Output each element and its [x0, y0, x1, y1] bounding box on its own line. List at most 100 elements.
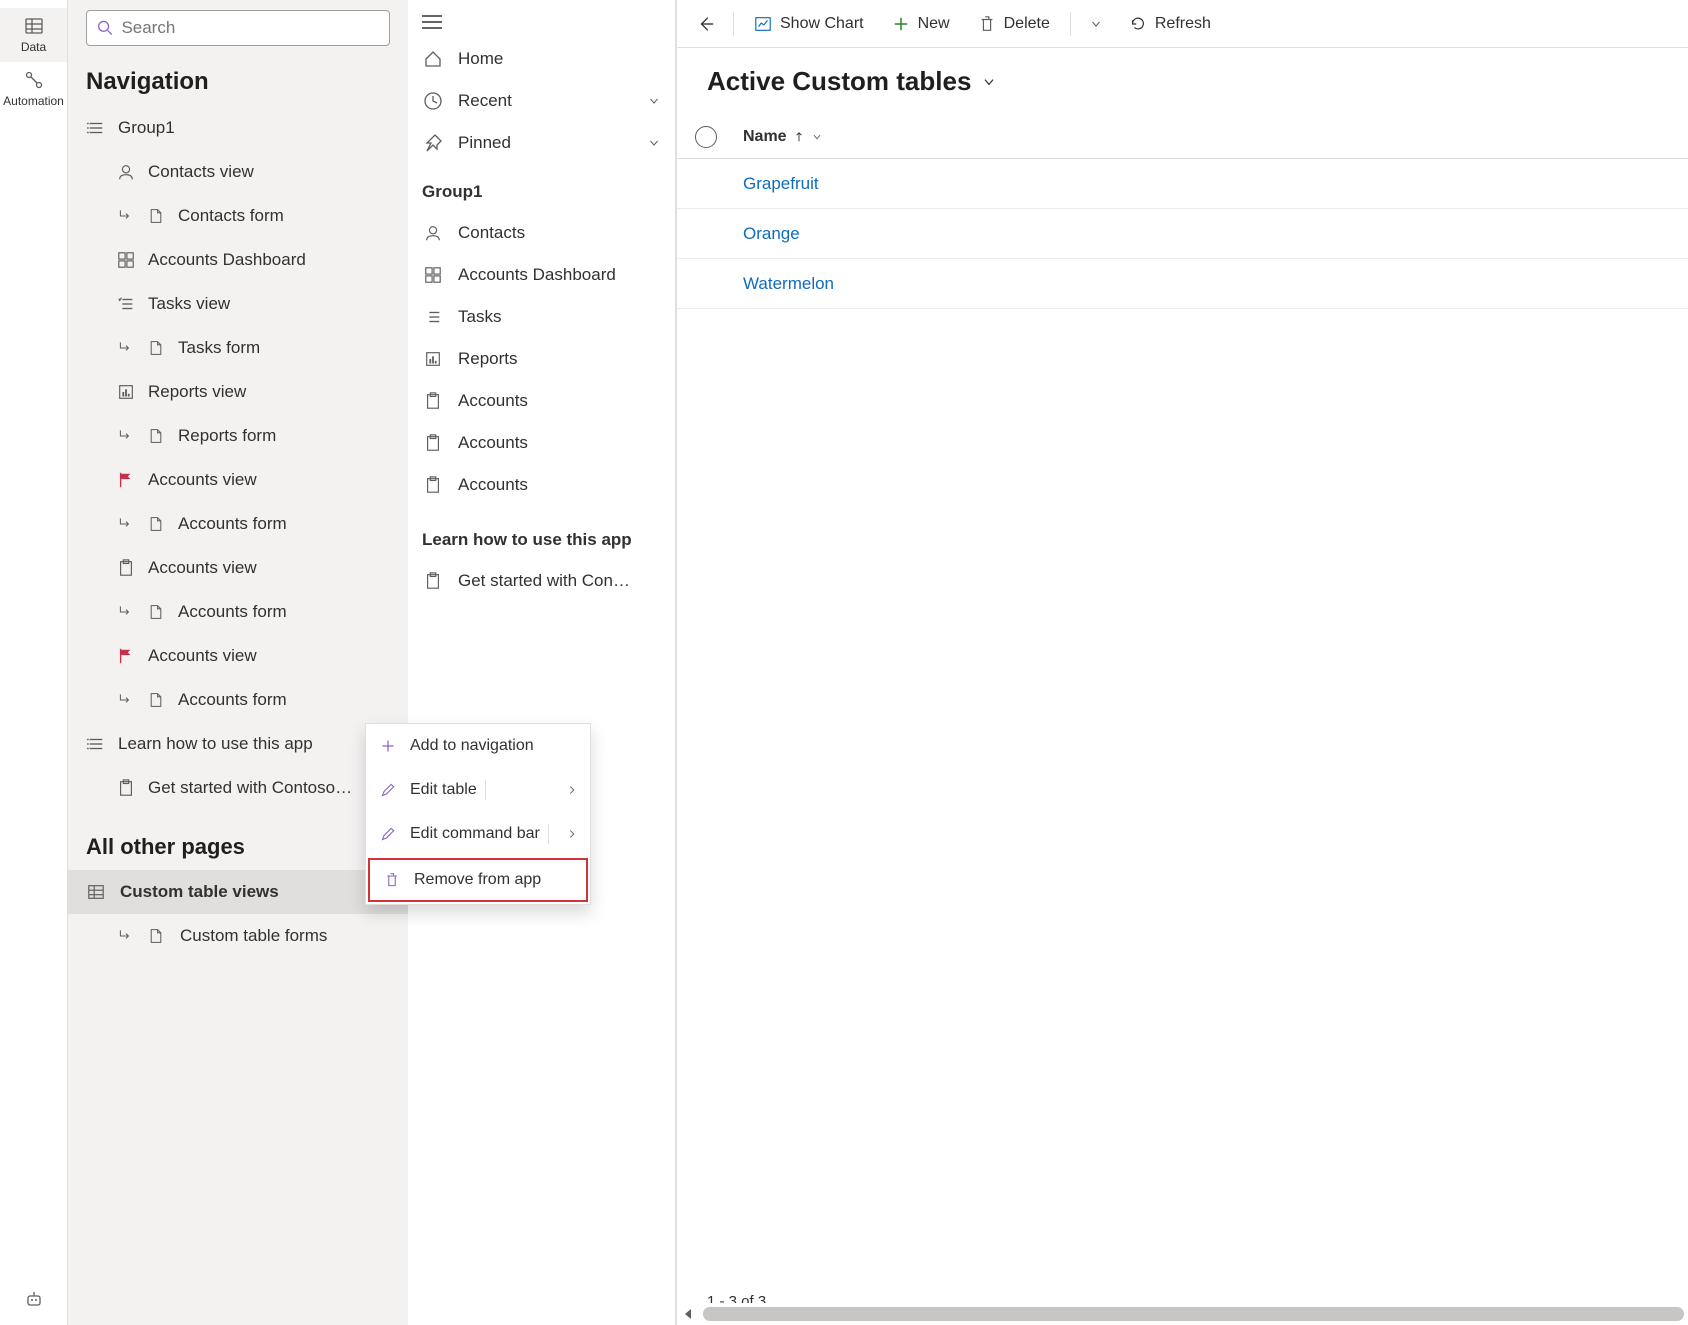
nav-title: Navigation — [68, 56, 408, 106]
delete-dropdown[interactable] — [1079, 6, 1113, 42]
tree-get-started[interactable]: Get started with Contoso… ··· — [68, 766, 408, 810]
sitemap-label: Accounts — [458, 391, 528, 411]
back-button[interactable] — [687, 6, 725, 42]
tree-label: Tasks view — [148, 294, 230, 314]
tree-label: Accounts view — [148, 558, 257, 578]
tree-tasks-view[interactable]: Tasks view — [68, 282, 408, 326]
sitemap-accounts-2[interactable]: Accounts — [408, 422, 675, 464]
chevron-right-icon — [566, 828, 578, 840]
left-rail: Data Automation — [0, 0, 68, 1325]
scroll-thumb[interactable] — [703, 1307, 1684, 1321]
document-icon — [146, 338, 166, 358]
ctx-add-navigation[interactable]: Add to navigation — [366, 724, 590, 768]
sitemap-tasks[interactable]: Tasks — [408, 296, 675, 338]
sitemap-reports[interactable]: Reports — [408, 338, 675, 380]
tree-reports-form[interactable]: Reports form — [68, 414, 408, 458]
hamburger-button[interactable] — [408, 6, 675, 38]
record-link[interactable]: Watermelon — [743, 274, 834, 294]
sitemap-accounts-1[interactable]: Accounts — [408, 380, 675, 422]
tree-accounts-form-1[interactable]: Accounts form — [68, 502, 408, 546]
separator — [548, 824, 549, 844]
cmd-label: Show Chart — [780, 15, 864, 33]
sitemap-accounts-3[interactable]: Accounts — [408, 464, 675, 506]
clipboard-icon — [422, 476, 444, 494]
tree-label: Accounts Dashboard — [148, 250, 306, 270]
report-icon — [116, 382, 136, 402]
rail-data[interactable]: Data — [0, 8, 67, 62]
search-input[interactable] — [121, 18, 379, 38]
tree-accounts-view-1[interactable]: Accounts view — [68, 458, 408, 502]
column-header-name[interactable]: Name — [743, 128, 823, 146]
sitemap-accounts-dashboard[interactable]: Accounts Dashboard — [408, 254, 675, 296]
tree-learn[interactable]: Learn how to use this app — [68, 722, 408, 766]
horizontal-scrollbar[interactable] — [677, 1303, 1688, 1325]
back-icon — [697, 15, 715, 33]
tree-label: Reports form — [178, 426, 276, 446]
tree-reports-view[interactable]: Reports view — [68, 370, 408, 414]
show-chart-button[interactable]: Show Chart — [742, 6, 876, 42]
list-icon — [86, 734, 106, 754]
record-link[interactable]: Orange — [743, 224, 800, 244]
rail-automation[interactable]: Automation — [0, 62, 67, 116]
tree-accounts-dashboard[interactable]: Accounts Dashboard — [68, 238, 408, 282]
tree-label: Accounts form — [178, 602, 287, 622]
scroll-left-button[interactable] — [677, 1303, 699, 1325]
subitem-icon — [116, 206, 136, 226]
sitemap-label: Home — [458, 49, 503, 69]
sitemap-label: Reports — [458, 349, 518, 369]
rail-bot[interactable] — [0, 1281, 67, 1317]
tree-learn-label: Learn how to use this app — [118, 734, 313, 754]
person-icon — [116, 162, 136, 182]
tree-label: Reports view — [148, 382, 246, 402]
pencil-icon — [378, 826, 398, 842]
tree-accounts-form-3[interactable]: Accounts form — [68, 678, 408, 722]
search-box[interactable] — [86, 10, 390, 46]
refresh-button[interactable]: Refresh — [1117, 6, 1223, 42]
tree-label: Get started with Contoso… — [148, 778, 352, 798]
tree-contacts-form[interactable]: Contacts form — [68, 194, 408, 238]
person-icon — [422, 224, 444, 242]
sitemap-contacts[interactable]: Contacts — [408, 212, 675, 254]
delete-button[interactable]: Delete — [966, 6, 1062, 42]
tree-group1[interactable]: Group1 — [68, 106, 408, 150]
document-icon — [146, 690, 166, 710]
ctx-remove-from-app[interactable]: Remove from app — [368, 858, 588, 902]
select-all-checkbox[interactable] — [695, 126, 717, 148]
tree-label: Accounts form — [178, 690, 287, 710]
all-custom-forms[interactable]: Custom table forms — [68, 914, 408, 958]
view-selector[interactable]: Active Custom tables — [677, 48, 1688, 115]
sitemap-label: Get started with Con… — [458, 571, 630, 591]
record-link[interactable]: Grapefruit — [743, 174, 819, 194]
tree-contacts-view[interactable]: Contacts view — [68, 150, 408, 194]
scroll-track[interactable] — [703, 1307, 1684, 1321]
grid-row[interactable]: Watermelon — [677, 259, 1688, 309]
refresh-icon — [1129, 15, 1147, 33]
grid-row[interactable]: Grapefruit — [677, 159, 1688, 209]
sitemap-get-started[interactable]: Get started with Con… — [408, 560, 675, 602]
new-button[interactable]: New — [880, 6, 962, 42]
chevron-down-icon — [647, 94, 661, 108]
ctx-edit-command-bar[interactable]: Edit command bar — [366, 812, 590, 856]
sitemap-pinned[interactable]: Pinned — [408, 122, 675, 164]
ctx-label: Edit table — [410, 781, 477, 799]
tree-accounts-form-2[interactable]: Accounts form — [68, 590, 408, 634]
document-icon — [146, 602, 166, 622]
table-icon — [24, 16, 44, 36]
all-custom-views[interactable]: Custom table views ··· — [68, 870, 408, 914]
plus-icon — [378, 738, 398, 754]
tree-accounts-view-2[interactable]: Accounts view — [68, 546, 408, 590]
sitemap-label: Accounts — [458, 475, 528, 495]
sitemap-group1: Group1 — [408, 164, 675, 212]
sitemap-recent[interactable]: Recent — [408, 80, 675, 122]
trash-icon — [978, 15, 996, 33]
separator — [1070, 12, 1071, 36]
sitemap-home[interactable]: Home — [408, 38, 675, 80]
view-title-text: Active Custom tables — [707, 66, 971, 97]
ctx-label: Remove from app — [414, 871, 541, 889]
all-label: Custom table forms — [180, 926, 327, 946]
tree-accounts-view-3[interactable]: Accounts view — [68, 634, 408, 678]
tree-tasks-form[interactable]: Tasks form — [68, 326, 408, 370]
sitemap-label: Contacts — [458, 223, 525, 243]
grid-row[interactable]: Orange — [677, 209, 1688, 259]
ctx-edit-table[interactable]: Edit table — [366, 768, 590, 812]
